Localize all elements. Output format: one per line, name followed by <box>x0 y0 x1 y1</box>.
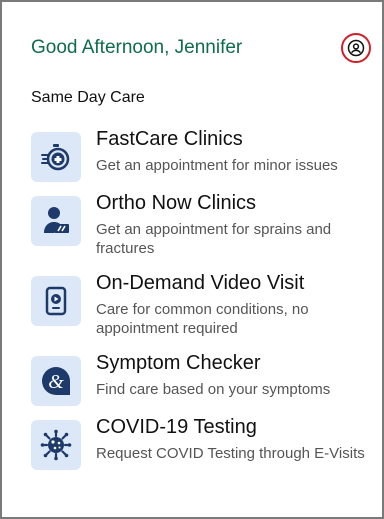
ampersand-badge-icon: & <box>31 356 81 406</box>
item-title: FastCare Clinics <box>96 128 243 150</box>
stopwatch-medical-icon <box>31 132 81 182</box>
section-heading: Same Day Care <box>31 89 145 106</box>
app-screen: Good Afternoon, Jennifer Same Day Care F… <box>0 0 384 519</box>
list-item-video-visit[interactable]: On-Demand Video Visit Care for common co… <box>31 272 371 337</box>
greeting-title: Good Afternoon, Jennifer <box>31 37 243 58</box>
item-description: Care for common conditions, no appointme… <box>96 301 309 337</box>
item-description: Get an appointment for sprains and fract… <box>96 221 332 257</box>
item-description: Find care based on your symptoms <box>96 381 331 398</box>
list-item-fastcare[interactable]: FastCare Clinics Get an appointment for … <box>31 128 371 188</box>
item-description: Get an appointment for minor issues <box>96 157 338 174</box>
person-cast-icon <box>31 196 81 246</box>
list-item-symptom-checker[interactable]: & Symptom Checker Find care based on you… <box>31 352 371 412</box>
item-title: Ortho Now Clinics <box>96 192 257 214</box>
virus-icon <box>31 420 81 470</box>
list-item-ortho-now[interactable]: Ortho Now Clinics Get an appointment for… <box>31 192 371 257</box>
item-title: COVID-19 Testing <box>96 416 257 438</box>
svg-text:&: & <box>48 371 64 393</box>
user-circle-icon <box>347 39 365 57</box>
item-title: On-Demand Video Visit <box>96 272 305 294</box>
item-description: Request COVID Testing through E-Visits <box>96 445 365 462</box>
tablet-video-icon <box>31 276 81 326</box>
item-title: Symptom Checker <box>96 352 261 374</box>
list-item-covid-testing[interactable]: COVID-19 Testing Request COVID Testing t… <box>31 416 371 476</box>
profile-button[interactable] <box>341 33 371 63</box>
